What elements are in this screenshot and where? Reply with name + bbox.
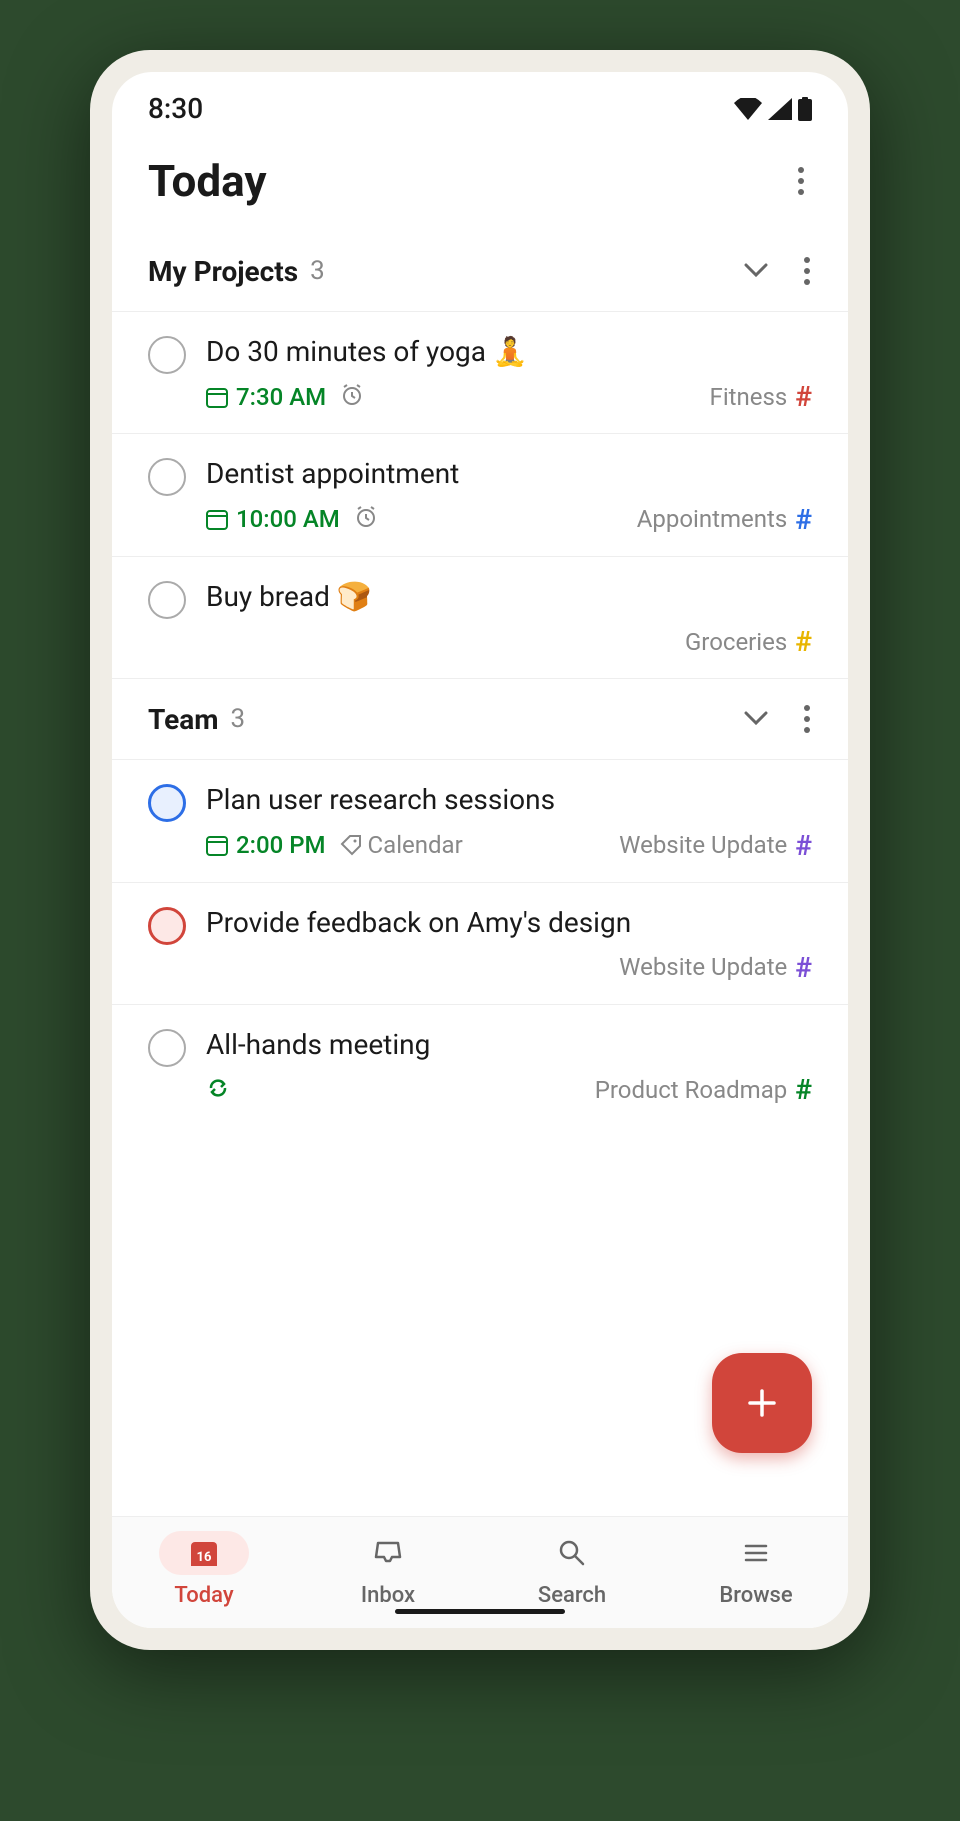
nav-today[interactable]: 16 Today [112,1531,296,1608]
task-checkbox[interactable] [148,581,186,619]
section-title: My Projects [148,255,298,288]
calendar-icon [206,508,228,530]
hash-icon: # [795,1073,812,1106]
status-bar: 8:30 [112,72,848,135]
project-tag[interactable]: Website Update # [619,829,812,862]
task-row[interactable]: Buy bread 🍞 Groceries # [112,557,848,679]
add-task-button[interactable] [712,1353,812,1453]
status-icons [734,97,812,121]
project-tag[interactable]: Website Update # [619,951,812,984]
project-tag[interactable]: Appointments # [637,503,812,536]
task-checkbox[interactable] [148,907,186,945]
due-date: 7:30 AM [206,383,326,411]
nav-search[interactable]: Search [480,1531,664,1608]
project-tag[interactable]: Groceries # [685,625,812,658]
svg-text:16: 16 [197,1550,212,1565]
nav-browse[interactable]: Browse [664,1531,848,1608]
section-header-my-projects[interactable]: My Projects 3 [112,231,848,311]
task-row[interactable]: Plan user research sessions 2:00 PM Cale… [112,760,848,882]
hash-icon: # [795,503,812,536]
alarm-icon [340,383,364,411]
signal-icon [768,98,792,120]
calendar-icon [206,386,228,408]
task-checkbox[interactable] [148,784,186,822]
hash-icon: # [795,625,812,658]
status-time: 8:30 [148,92,203,125]
project-tag[interactable]: Product Roadmap # [595,1073,812,1106]
plus-icon [744,1385,780,1421]
battery-icon [798,97,812,121]
nav-label: Inbox [361,1583,415,1608]
task-row[interactable]: Dentist appointment 10:00 AM Appointment… [112,434,848,556]
nav-label: Browse [719,1583,792,1608]
task-title: Buy bread 🍞 [206,579,812,615]
section-count: 3 [310,256,325,286]
task-row[interactable]: All-hands meeting Product Roadmap # [112,1005,848,1126]
section-header-team[interactable]: Team 3 [112,679,848,759]
task-title: Provide feedback on Amy's design [206,905,812,941]
section-title: Team [148,703,218,736]
task-row[interactable]: Do 30 minutes of yoga 🧘 7:30 AM Fitness [112,312,848,434]
task-list: My Projects 3 Do 30 minutes of yoga 🧘 7:… [112,231,848,1516]
due-date: 2:00 PM [206,831,326,859]
chevron-down-icon[interactable] [728,254,784,289]
section-count: 3 [230,704,245,734]
hash-icon: # [795,380,812,413]
today-icon: 16 [188,1537,220,1569]
section-more-button[interactable] [796,697,818,741]
task-title: Do 30 minutes of yoga 🧘 [206,334,812,370]
task-title: Dentist appointment [206,456,812,492]
alarm-icon [354,505,378,533]
section-more-button[interactable] [796,249,818,293]
label-tag[interactable]: Calendar [340,831,463,859]
task-row[interactable]: Provide feedback on Amy's design Website… [112,883,848,1005]
task-checkbox[interactable] [148,458,186,496]
recurring-icon [206,1076,230,1104]
task-checkbox[interactable] [148,1029,186,1067]
due-date: 10:00 AM [206,505,340,533]
page-title: Today [148,155,267,207]
project-tag[interactable]: Fitness # [710,380,812,413]
calendar-icon [206,834,228,856]
task-checkbox[interactable] [148,336,186,374]
home-indicator[interactable] [395,1609,565,1614]
task-title: Plan user research sessions [206,782,812,818]
tag-icon [340,834,362,856]
page-header: Today [112,135,848,231]
nav-inbox[interactable]: Inbox [296,1531,480,1608]
header-more-button[interactable] [790,159,812,203]
hash-icon: # [795,829,812,862]
nav-label: Today [174,1583,233,1608]
nav-label: Search [538,1583,606,1608]
menu-icon [740,1537,772,1569]
chevron-down-icon[interactable] [728,702,784,737]
hash-icon: # [795,951,812,984]
inbox-icon [372,1537,404,1569]
search-icon [556,1537,588,1569]
wifi-icon [734,98,762,120]
task-title: All-hands meeting [206,1027,812,1063]
